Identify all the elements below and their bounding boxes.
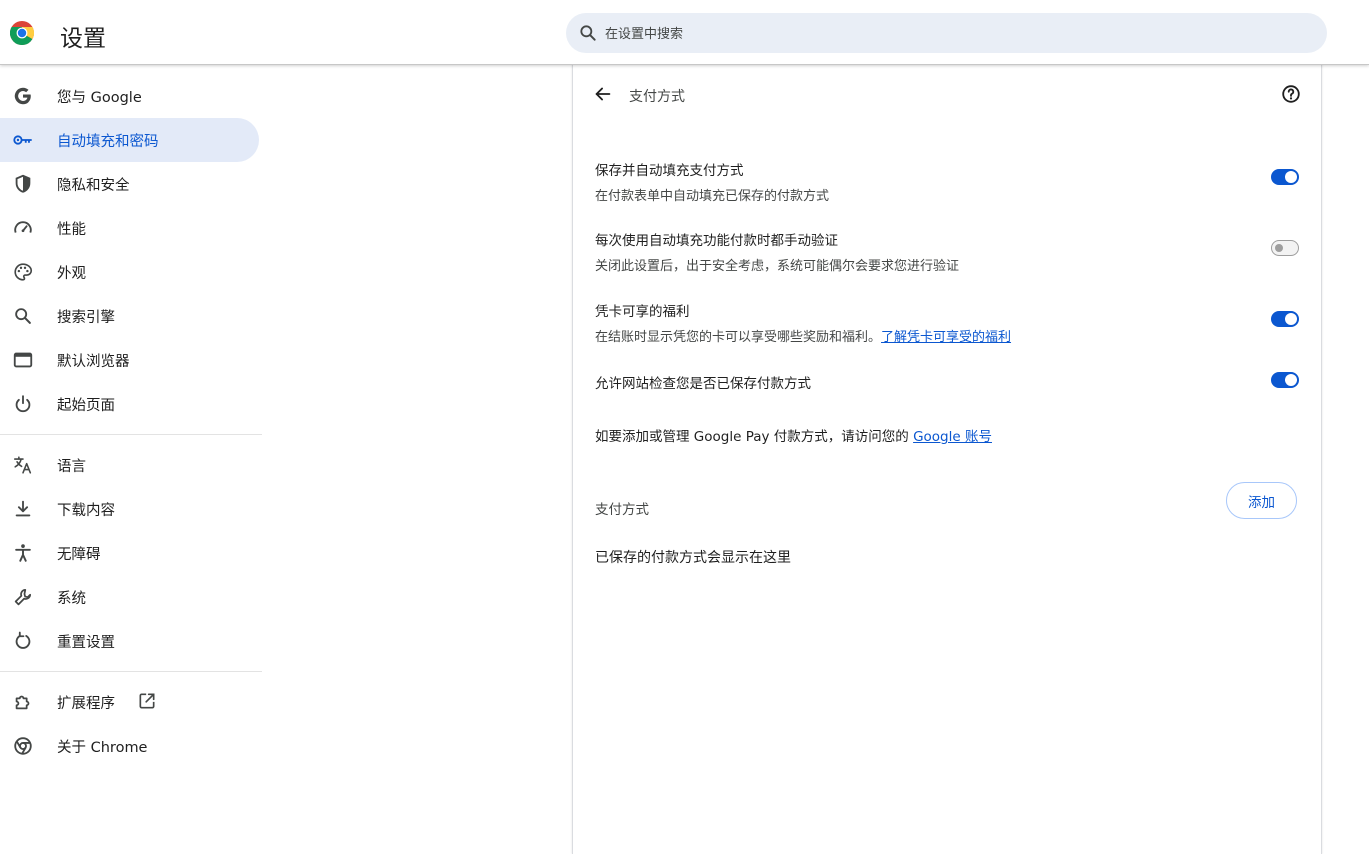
sidebar-item-reset[interactable]: 重置设置 [0, 619, 259, 663]
sidebar-item-label: 无障碍 [57, 546, 101, 563]
sidebar-item-label: 默认浏览器 [57, 353, 130, 370]
download-icon [15, 500, 31, 517]
wrench-icon [14, 588, 32, 606]
top-bar: 设置 [0, 0, 1369, 65]
sidebar-item-accessibility[interactable]: 无障碍 [0, 531, 259, 575]
sidebar-item-label: 搜索引擎 [57, 309, 115, 326]
sidebar-item-label: 您与 Google [57, 89, 142, 106]
chrome-logo-icon [10, 21, 34, 45]
search-input[interactable] [603, 13, 1307, 55]
google-pay-text: 如要添加或管理 Google Pay 付款方式，请访问您的 Google 账号 [595, 425, 1299, 445]
sidebar-item-system[interactable]: 系统 [0, 575, 259, 619]
setting-row-manual-verify: 每次使用自动填充功能付款时都手动验证 关闭此设置后，出于安全考虑，系统可能偶尔会… [595, 229, 1299, 274]
google-pay-row: 如要添加或管理 Google Pay 付款方式，请访问您的 Google 账号 [595, 425, 1299, 445]
setting-title: 保存并自动填充支付方式 [595, 163, 744, 179]
sidebar-item-label: 语言 [57, 458, 86, 475]
card-benefits-link[interactable]: 了解凭卡可享受的福利 [881, 330, 1011, 345]
site-check-toggle[interactable] [1271, 372, 1299, 388]
search-icon [15, 308, 31, 324]
accessibility-icon [15, 544, 31, 562]
palette-icon [14, 263, 33, 281]
sidebar-item-label: 隐私和安全 [57, 177, 130, 194]
sidebar-item-privacy[interactable]: 隐私和安全 [0, 162, 259, 206]
setting-title: 每次使用自动填充功能付款时都手动验证 [595, 233, 838, 249]
sidebar: 您与 Google 自动填充和密码 隐私和安全 性能 外观 搜索引擎 默认浏览器… [0, 74, 262, 768]
panel-title: 支付方式 [629, 89, 685, 105]
add-payment-method-button[interactable]: 添加 [1226, 482, 1297, 519]
shield-icon [15, 174, 31, 193]
google-g-icon [14, 87, 31, 105]
sidebar-item-label: 自动填充和密码 [57, 133, 159, 150]
power-icon [15, 395, 31, 413]
reset-icon [15, 631, 31, 649]
search-box[interactable] [566, 13, 1327, 55]
google-account-link[interactable]: Google 账号 [913, 429, 992, 445]
sidebar-item-about-chrome[interactable]: 关于 Chrome [0, 724, 259, 768]
sidebar-item-label: 关于 Chrome [57, 739, 148, 756]
setting-subtitle-text: 在结账时显示凭您的卡可以享受哪些奖励和福利。 [595, 330, 882, 345]
save-autofill-toggle[interactable] [1271, 169, 1299, 185]
payment-methods-section-label: 支付方式 [595, 502, 649, 518]
sidebar-item-you-and-google[interactable]: 您与 Google [0, 74, 259, 118]
manual-verify-toggle[interactable] [1271, 240, 1299, 256]
sidebar-item-label: 起始页面 [57, 397, 115, 414]
search-icon [580, 25, 596, 41]
setting-subtitle: 在结账时显示凭您的卡可以享受哪些奖励和福利。了解凭卡可享受的福利 [595, 326, 1299, 345]
sidebar-item-search-engine[interactable]: 搜索引擎 [0, 294, 259, 338]
sidebar-item-label: 外观 [57, 265, 86, 282]
sidebar-item-extensions[interactable]: 扩展程序 [0, 680, 259, 724]
external-link-icon[interactable] [137, 691, 157, 711]
google-pay-text-label: 如要添加或管理 Google Pay 付款方式，请访问您的 [595, 429, 909, 445]
sidebar-item-label: 重置设置 [57, 634, 115, 651]
sidebar-item-startup[interactable]: 起始页面 [0, 382, 259, 426]
sidebar-item-languages[interactable]: 语言 [0, 443, 259, 487]
sidebar-item-label: 系统 [57, 590, 86, 607]
setting-title: 凭卡可享的福利 [595, 304, 690, 320]
help-icon[interactable] [1280, 83, 1302, 105]
setting-subtitle: 在付款表单中自动填充已保存的付款方式 [595, 189, 830, 204]
puzzle-icon [15, 695, 30, 710]
chrome-icon [14, 737, 32, 755]
setting-row-site-check: 允许网站检查您是否已保存付款方式 [595, 372, 1299, 392]
key-icon [13, 135, 32, 145]
page-title: 设置 [60, 26, 106, 52]
empty-state-message: 已保存的付款方式会显示在这里 [595, 550, 791, 566]
sidebar-item-label: 性能 [57, 221, 86, 238]
card-benefits-toggle[interactable] [1271, 311, 1299, 327]
sidebar-item-autofill[interactable]: 自动填充和密码 [0, 118, 259, 162]
sidebar-item-performance[interactable]: 性能 [0, 206, 259, 250]
setting-subtitle: 关闭此设置后，出于安全考虑，系统可能偶尔会要求您进行验证 [595, 259, 960, 274]
sidebar-item-label: 扩展程序 [57, 695, 115, 712]
sidebar-item-downloads[interactable]: 下载内容 [0, 487, 259, 531]
setting-row-card-benefits: 凭卡可享的福利 在结账时显示凭您的卡可以享受哪些奖励和福利。了解凭卡可享受的福利 [595, 300, 1299, 345]
translate-icon [13, 456, 32, 474]
sidebar-item-default-browser[interactable]: 默认浏览器 [0, 338, 259, 382]
sidebar-divider [0, 434, 262, 435]
setting-row-save-autofill: 保存并自动填充支付方式 在付款表单中自动填充已保存的付款方式 [595, 159, 1299, 204]
sidebar-item-label: 下载内容 [57, 502, 115, 519]
payment-methods-panel: 支付方式 保存并自动填充支付方式 在付款表单中自动填充已保存的付款方式 每次使用… [572, 64, 1322, 854]
browser-window-icon [13, 352, 33, 368]
sidebar-divider [0, 671, 262, 672]
sidebar-item-appearance[interactable]: 外观 [0, 250, 259, 294]
speedometer-icon [14, 221, 32, 233]
setting-title: 允许网站检查您是否已保存付款方式 [595, 376, 811, 392]
back-arrow-icon[interactable] [592, 83, 614, 105]
